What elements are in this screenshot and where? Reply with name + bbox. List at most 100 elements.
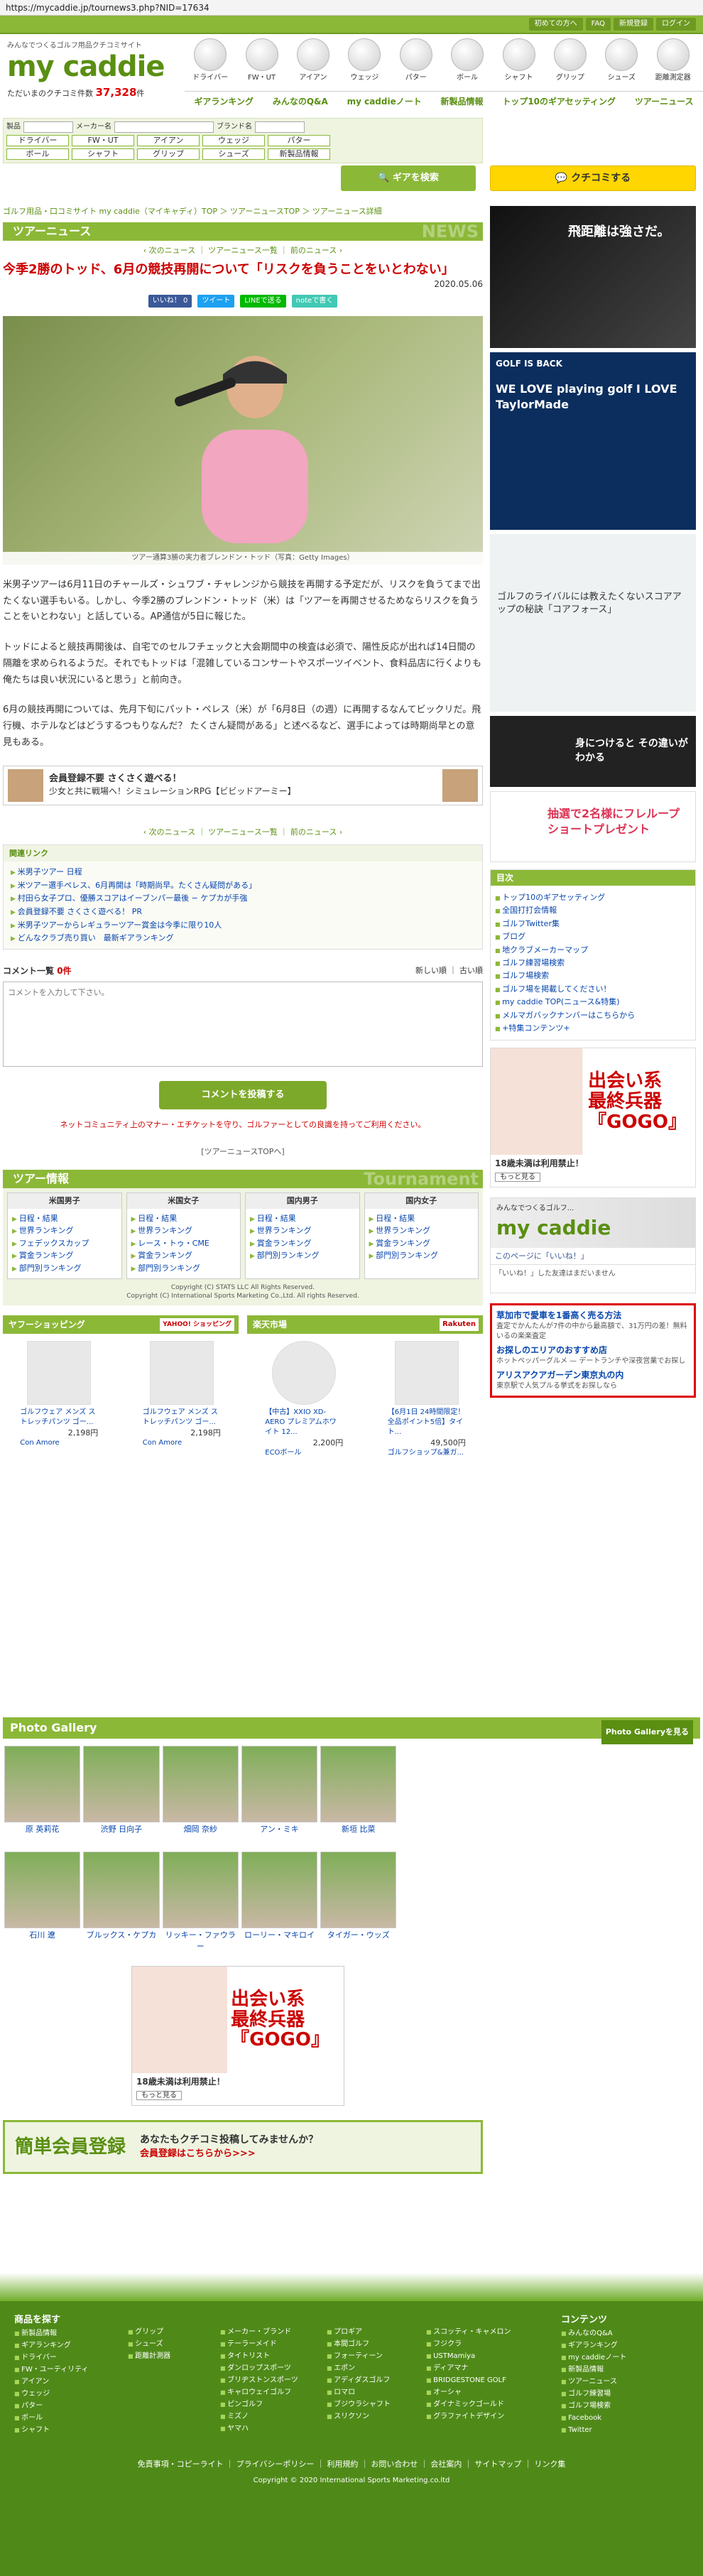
facebook-like-button[interactable]: いいね！ 0 [148, 294, 192, 308]
sidebar-menu-item[interactable]: ゴルフ場を掲載してください！ [495, 984, 691, 994]
related-link[interactable]: 米ツアー選手ペレス、6月再開は「時期尚早。たくさん疑問がある」 [11, 880, 475, 891]
site-logo[interactable]: みんなでつくるゴルフ用品クチコミサイト my caddie ただいまのクチコミ件… [0, 34, 185, 112]
gallery-item[interactable]: ブルックス・ケプカ [82, 1850, 160, 1953]
footer-link[interactable]: ディアマナ [426, 2364, 547, 2374]
genre-new[interactable]: 新製品情報 [268, 148, 330, 160]
bottom-ad-more[interactable]: もっと見る [136, 2090, 182, 2100]
gallery-item[interactable]: タイガー・ウッズ [319, 1850, 398, 1953]
footer-link[interactable]: 本間ゴルフ [327, 2339, 412, 2349]
url-bar[interactable]: https://mycaddie.jp/tournews3.php?NID=17… [0, 0, 703, 16]
sidebar-banner-1[interactable]: 飛距離は強さだ。 [490, 206, 696, 348]
register-banner[interactable]: 簡単会員登録 あなたもクチコミ投稿してみませんか？ 会員登録はこちらから>>> [3, 2119, 483, 2174]
footer-link[interactable]: ウェッジ [14, 2389, 114, 2399]
sidebar-menu-item[interactable]: ブログ [495, 931, 691, 942]
gallery-item[interactable]: 石川 遼 [3, 1850, 82, 1953]
tour-link[interactable]: フェデックスカップ [12, 1238, 117, 1249]
footer-link[interactable]: my caddieノート [561, 2353, 660, 2363]
text-ad[interactable]: アリスアクアガーデン東京丸の内 東京駅で人気プルる挙式をお探しなら [496, 1369, 690, 1391]
utility-link-register[interactable]: 新規登録 [614, 18, 653, 31]
footer-link[interactable]: スコッティ・キャメロン [426, 2327, 547, 2337]
related-link[interactable]: どんなクラブ売り買い 最新ギアランキング [11, 933, 475, 944]
tour-link[interactable]: 賞金ランキング [12, 1250, 117, 1261]
footer-link[interactable]: ミズノ [220, 2412, 312, 2422]
footer-link[interactable]: キャロウェイゴルフ [220, 2388, 312, 2398]
nav-new-products[interactable]: 新製品情報 [441, 96, 484, 108]
footer-link[interactable]: メーカー・ブランド [220, 2327, 312, 2337]
footer-link[interactable]: ヤマハ [220, 2424, 312, 2434]
footer-link[interactable]: テーラーメイド [220, 2339, 312, 2349]
tour-link[interactable]: 日程・結果 [12, 1213, 117, 1224]
footer-link[interactable]: ロマロ [327, 2388, 412, 2398]
breadcrumb[interactable]: ゴルフ用品・口コミサイト my caddie（マイキャディ）TOP ＞ ツアーニ… [3, 206, 483, 217]
tour-link[interactable]: 賞金ランキング [131, 1250, 236, 1261]
sidebar-banner-4[interactable]: 身につけると その違いがわかる [490, 716, 696, 787]
genre-driver[interactable]: ドライバー [6, 135, 69, 146]
footer-link[interactable]: Facebook [561, 2413, 660, 2423]
nav-note[interactable]: my caddieノート [347, 96, 422, 108]
line-share-button[interactable]: LINEで送る [240, 294, 286, 308]
tour-link[interactable]: 部門別ランキング [12, 1263, 117, 1274]
tour-link[interactable]: 部門別ランキング [131, 1263, 236, 1274]
nav-gear-ranking[interactable]: ギアランキング [194, 96, 254, 108]
footer-link[interactable]: アイアン [14, 2377, 114, 2387]
footer-link[interactable]: オーシャ [426, 2388, 547, 2398]
footer-bottom-link[interactable]: 利用規約 [327, 2460, 358, 2469]
footer-link[interactable]: アディダスゴルフ [327, 2376, 412, 2386]
tour-link[interactable]: 日程・結果 [250, 1213, 355, 1224]
tour-link[interactable]: レース・トゥ・CME [131, 1238, 236, 1249]
sort-oldest[interactable]: 古い順 [459, 966, 483, 975]
text-ad[interactable]: お探しのエリアのおすすめ店 ホットペッパーグルメ — デートランチや深夜営業でお探… [496, 1344, 690, 1366]
related-link[interactable]: 米男子ツアーからレギュラーツアー賞金は今季に限り10人 [11, 920, 475, 931]
shop-item[interactable]: 【6月1日 24時間限定！全品ポイント5倍】タイト... 49,500円 ゴルフショ… [388, 1340, 466, 1458]
nav-tour-news[interactable]: ツアーニュース [635, 96, 694, 108]
related-link[interactable]: 米男子ツアー 日程 [11, 866, 475, 878]
shop-item[interactable]: ゴルフウェア メンズ ストレッチパンツ ゴー... 2,198円 Con Amore [143, 1340, 221, 1458]
footer-link[interactable]: タイトリスト [220, 2352, 312, 2362]
footer-link[interactable]: シューズ [128, 2339, 206, 2349]
footer-link[interactable]: ピンゴルフ [220, 2400, 312, 2410]
footer-link[interactable]: Twitter [561, 2425, 660, 2435]
genre-ball[interactable]: ボール [6, 148, 69, 160]
text-ad[interactable]: 草加市で愛車を1番高く売る方法 査定でかんたんが7件の中から最高額で、31万円の差… [496, 1310, 690, 1342]
tour-link[interactable]: 賞金ランキング [369, 1238, 474, 1249]
footer-bottom-link[interactable]: 会社案内 [430, 2460, 462, 2469]
post-comment-button[interactable]: コメントを投稿する [159, 1081, 327, 1110]
footer-link[interactable]: 新製品情報 [14, 2329, 114, 2339]
footer-link[interactable]: ダンロップスポーツ [220, 2364, 312, 2374]
pager-prev[interactable]: 次のニュース [149, 246, 195, 255]
pager-list[interactable]: ツアーニュース一覧 [208, 246, 278, 255]
footer-link[interactable]: ダイナミックゴールド [426, 2400, 547, 2410]
tour-link[interactable]: 日程・結果 [131, 1213, 236, 1224]
footer-link[interactable]: BRIDGESTONE GOLF [426, 2376, 547, 2386]
utility-link-faq[interactable]: FAQ [585, 18, 611, 31]
sidebar-menu-item[interactable]: 全国打打会情報 [495, 905, 691, 915]
rakuten-logo[interactable]: Rakuten [440, 1317, 479, 1331]
footer-link[interactable]: ゴルフ練習場 [561, 2389, 660, 2399]
sidebar-banner-2[interactable]: GOLF IS BACK WE LOVE playing golf I LOVE… [490, 352, 696, 530]
gear-search-button[interactable]: 🔍 ギアを検索 [341, 165, 476, 191]
footer-link[interactable]: ブジウラシャフト [327, 2400, 412, 2410]
footer-link[interactable]: ゴルフ場検索 [561, 2401, 660, 2411]
facebook-like-link[interactable]: このページに「いいね！」 [491, 1248, 695, 1264]
footer-link[interactable]: シャフト [14, 2425, 114, 2435]
pager-next[interactable]: 前のニュース [290, 827, 337, 837]
yahoo-logo[interactable]: YAHOO! ショッピング [160, 1317, 234, 1331]
bottom-ad[interactable]: 出会い系 最終兵器 『GOGO』 18歳未満は利用禁止！ もっと見る [131, 1966, 344, 2106]
gallery-more-link[interactable]: Photo Galleryを見る [601, 1720, 693, 1744]
genre-shaft[interactable]: シャフト [72, 148, 134, 160]
sidebar-menu-item[interactable]: my caddie TOP(ニュース&特集) [495, 996, 691, 1007]
footer-link[interactable]: パター [14, 2401, 114, 2411]
footer-link[interactable]: グリップ [128, 2327, 206, 2337]
sort-newest[interactable]: 新しい順 [415, 966, 447, 975]
footer-link[interactable]: ブリヂストンスポーツ [220, 2376, 312, 2386]
sidebar-menu-item[interactable]: ゴルフTwitter集 [495, 918, 691, 929]
pager-list[interactable]: ツアーニュース一覧 [208, 827, 278, 837]
gallery-item[interactable]: リッキー・ファウラー [161, 1850, 240, 1953]
genre-grip[interactable]: グリップ [137, 148, 200, 160]
nav-top10[interactable]: トップ10のギアセッティング [502, 96, 616, 108]
tour-link[interactable]: 世界ランキング [369, 1225, 474, 1237]
gallery-item[interactable]: 新垣 比菜 [319, 1744, 398, 1836]
genre-putter[interactable]: パター [268, 135, 330, 146]
tour-link[interactable]: 世界ランキング [12, 1225, 117, 1237]
inline-ad[interactable]: 会員登録不要 さくさく遊べる！ 少女と共に戦場へ！シミュレーションRPG【ビビッ… [3, 765, 483, 805]
